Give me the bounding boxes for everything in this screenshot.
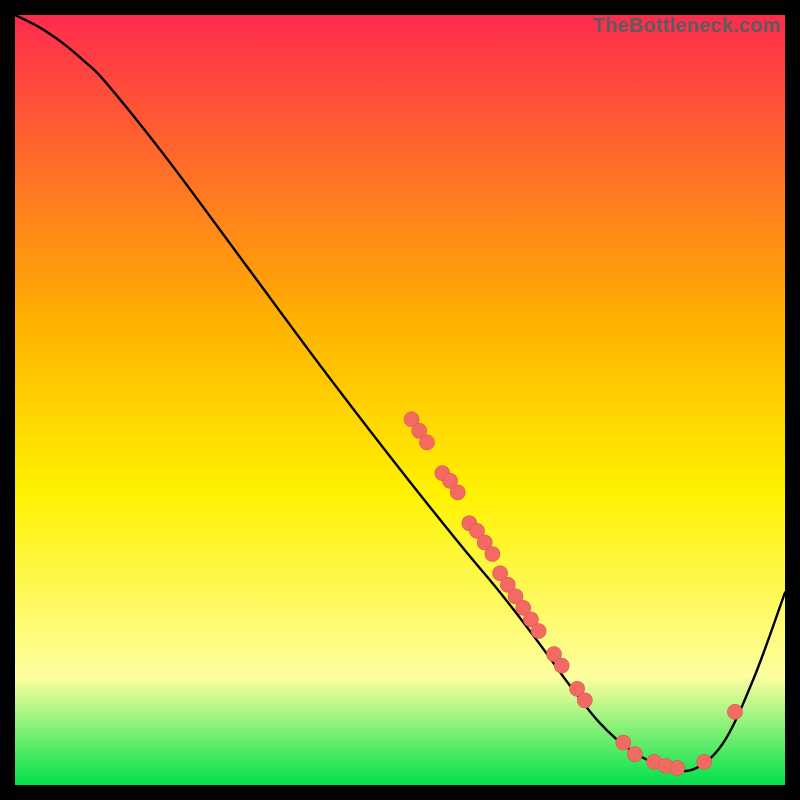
bottleneck-chart	[15, 15, 785, 785]
scatter-dot	[727, 704, 742, 719]
gradient-background	[15, 15, 785, 785]
scatter-dot	[419, 435, 434, 450]
scatter-dot	[697, 754, 712, 769]
scatter-dot	[627, 747, 642, 762]
scatter-dot	[577, 693, 592, 708]
scatter-dot	[531, 624, 546, 639]
scatter-dot	[450, 485, 465, 500]
watermark-text: TheBottleneck.com	[593, 15, 781, 38]
scatter-dot	[554, 658, 569, 673]
scatter-dot	[670, 761, 685, 776]
scatter-dot	[485, 547, 500, 562]
chart-frame: TheBottleneck.com	[15, 15, 785, 785]
scatter-dot	[616, 735, 631, 750]
